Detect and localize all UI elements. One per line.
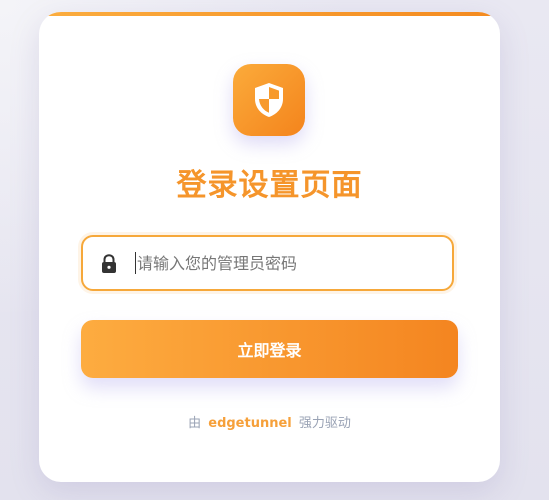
page-title: 登录设置页面 (176, 168, 363, 203)
text-caret (135, 252, 136, 274)
password-field[interactable] (81, 235, 454, 291)
login-button[interactable]: 立即登录 (81, 320, 458, 378)
footer: 由 edgetunnel 强力驱动 (39, 412, 500, 431)
password-input[interactable] (133, 237, 447, 289)
lock-icon (102, 254, 116, 273)
shield-icon (255, 83, 283, 117)
footer-prefix: 由 (188, 416, 202, 431)
login-card: 登录设置页面 立即登录 由 edgetunnel 强力驱动 (39, 12, 500, 482)
logo (233, 64, 305, 136)
edgetunnel-link[interactable]: edgetunnel (208, 416, 292, 431)
footer-suffix: 强力驱动 (298, 416, 351, 431)
card-accent-bar (39, 12, 500, 16)
